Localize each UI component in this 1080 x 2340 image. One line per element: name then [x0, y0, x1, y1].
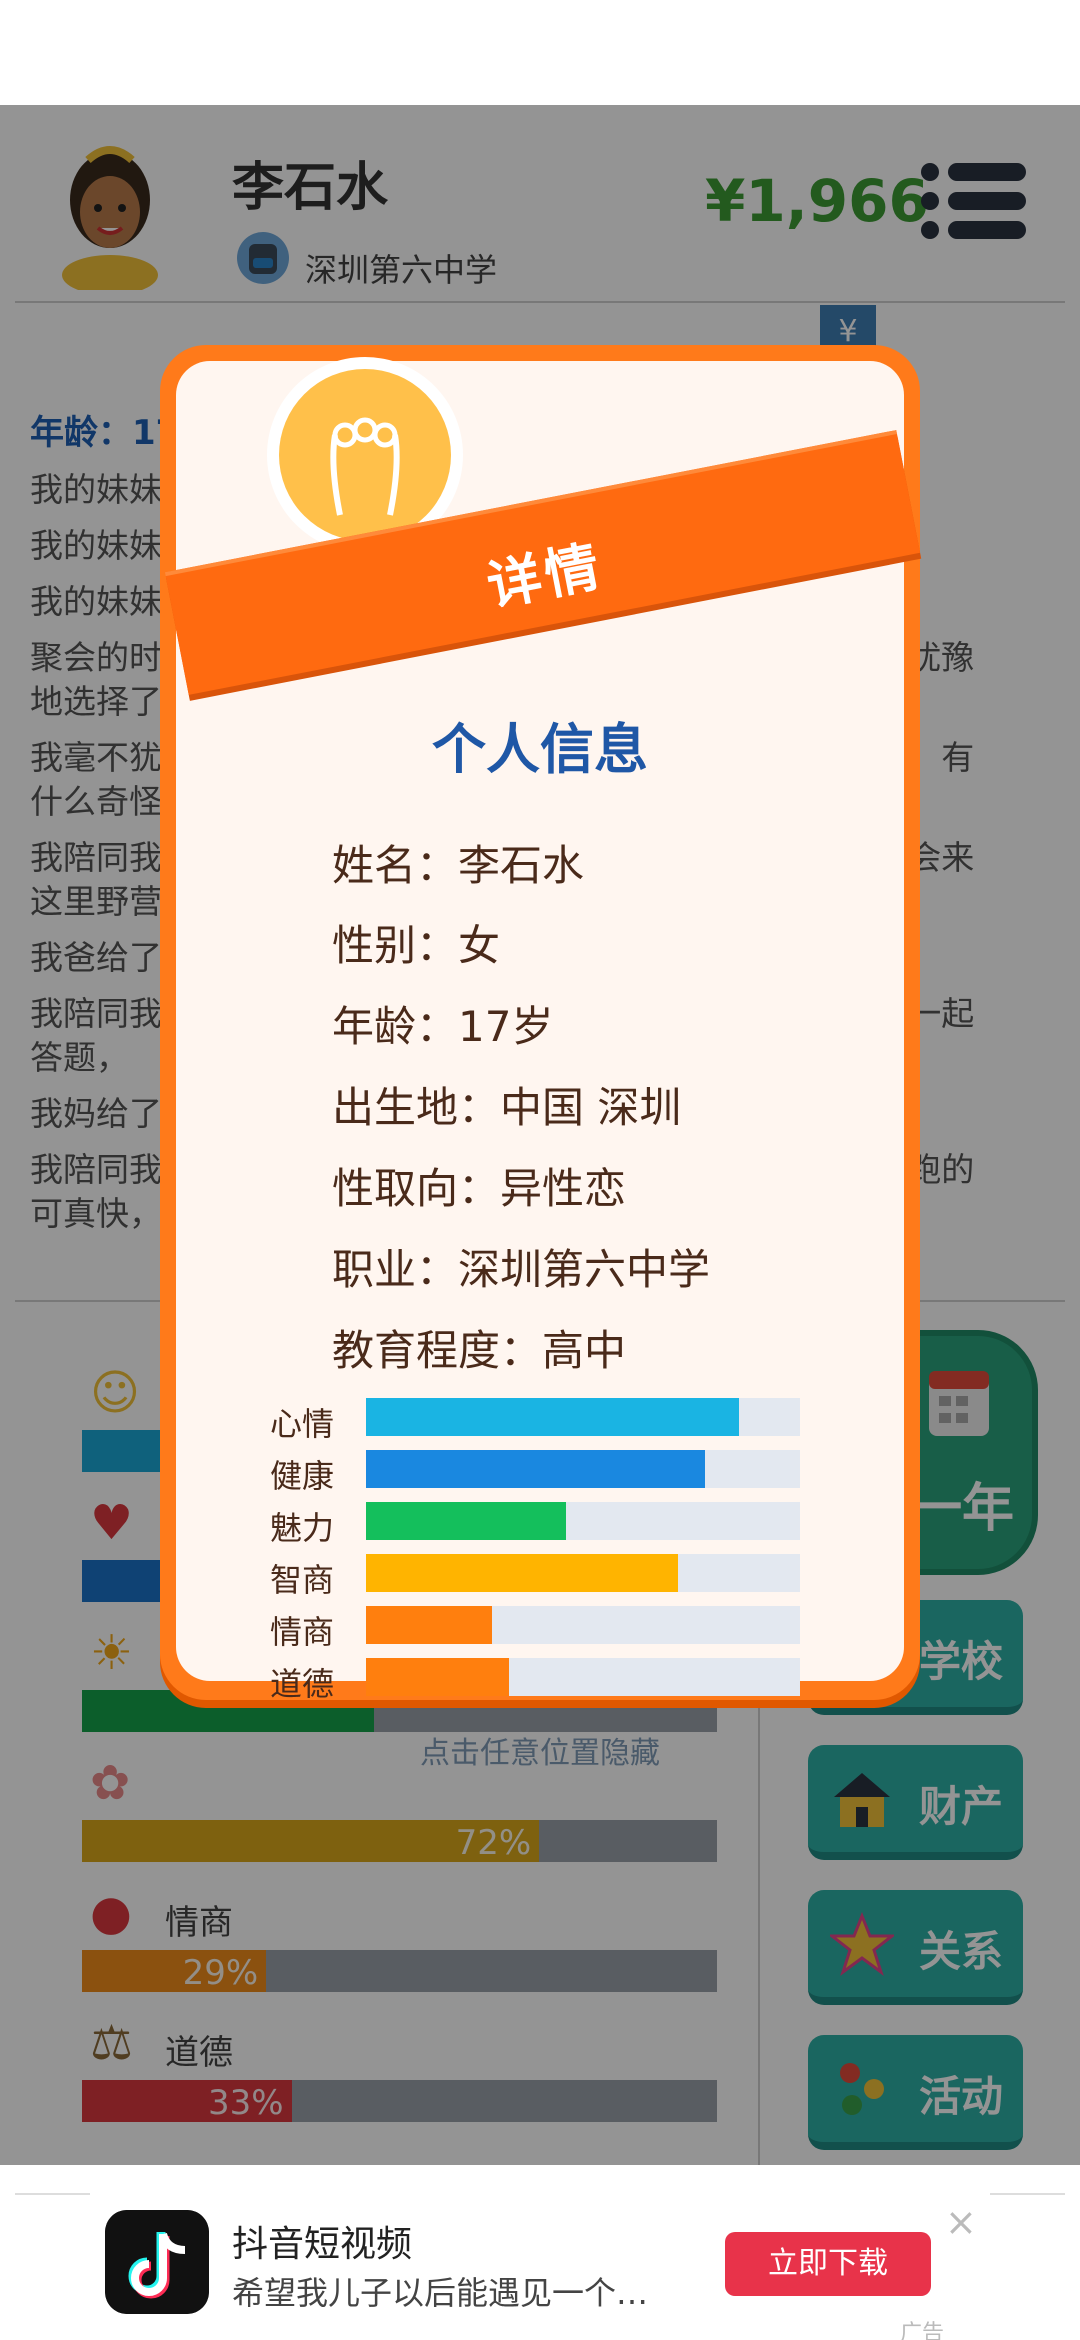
divider — [15, 2193, 90, 2195]
modal-stat-bar — [366, 1450, 705, 1488]
modal-stat-label: 健康 — [270, 1457, 335, 1495]
modal-stat-row: 魅力 — [270, 1499, 800, 1551]
modal-stat-bar — [366, 1658, 510, 1696]
ad-download-button[interactable]: 立即下载 — [725, 2232, 931, 2296]
modal-stat-track — [366, 1450, 800, 1488]
ad-description: 希望我儿子以后能遇见一个… — [232, 2274, 649, 2312]
modal-stat-track — [366, 1658, 800, 1696]
modal-stat-label: 智商 — [270, 1561, 335, 1599]
modal-stat-bar — [366, 1554, 679, 1592]
modal-stat-bar — [366, 1398, 740, 1436]
modal-stat-label: 道德 — [270, 1665, 335, 1703]
modal-stat-label: 魅力 — [270, 1509, 335, 1547]
ad-tag: 广告 — [900, 2321, 945, 2340]
modal-title: 个人信息 — [432, 718, 648, 781]
modal-stat-label: 情商 — [270, 1613, 335, 1651]
modal-stat-label: 心情 — [270, 1405, 335, 1443]
info-age: 年龄：17岁 — [332, 1002, 554, 1051]
modal-stat-track — [366, 1554, 800, 1592]
info-occupation: 职业：深圳第六中学 — [332, 1245, 711, 1294]
info-birthplace: 出生地：中国 深圳 — [332, 1083, 682, 1132]
modal-stat-row: 心情 — [270, 1395, 800, 1447]
modal-stat-track — [366, 1502, 800, 1540]
douyin-app-icon[interactable] — [105, 2210, 209, 2314]
modal-stat-row: 健康 — [270, 1447, 800, 1499]
modal-stat-bar — [366, 1502, 566, 1540]
modal-stat-row: 情商 — [270, 1603, 800, 1655]
ad-banner[interactable]: 抖音短视频 希望我儿子以后能遇见一个… 立即下载 × 广告 — [0, 2165, 1080, 2340]
modal-stat-track — [366, 1398, 800, 1436]
divider — [990, 2193, 1065, 2195]
modal-stat-row: 智商 — [270, 1551, 800, 1603]
info-orientation: 性取向：异性恋 — [332, 1164, 627, 1213]
info-name: 姓名：李石水 — [332, 841, 585, 890]
ad-close-icon[interactable]: × — [945, 2200, 977, 2244]
info-gender: 性别：女 — [332, 921, 501, 970]
status-bar-area — [0, 0, 1080, 105]
info-education: 教育程度：高中 — [332, 1326, 627, 1375]
modal-stats-chart: 心情健康魅力智商情商道德 — [270, 1395, 800, 1707]
ad-title: 抖音短视频 — [232, 2224, 413, 2265]
dismiss-hint[interactable]: 点击任意位置隐藏 — [160, 1728, 920, 1772]
modal-stat-track — [366, 1606, 800, 1644]
modal-stat-bar — [366, 1606, 492, 1644]
modal-stat-row: 道德 — [270, 1655, 800, 1707]
